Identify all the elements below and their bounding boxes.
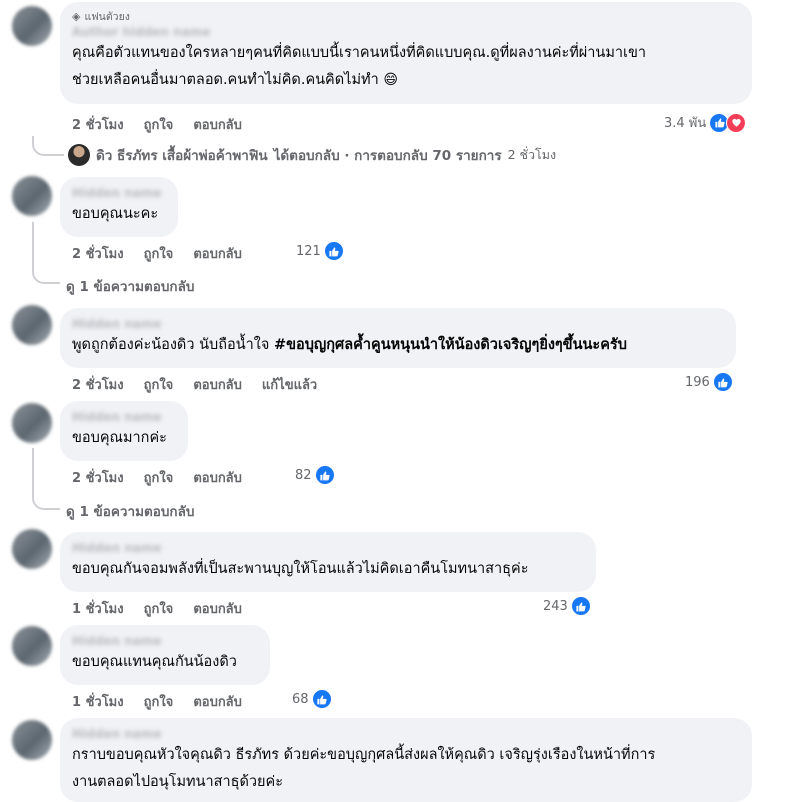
comment-bubble: Hidden name พูดถูกต้องค่ะน้องดิว นับถือน… — [60, 308, 736, 368]
reply-button[interactable]: ตอบกลับ — [193, 467, 242, 488]
author-name[interactable]: Hidden name — [72, 540, 584, 556]
reaction-count[interactable]: 68 — [292, 689, 332, 709]
comment-actions: 2 ชั่วโมง ถูกใจ ตอบกลับ — [72, 467, 242, 488]
like-icon — [570, 596, 591, 616]
like-button[interactable]: ถูกใจ — [144, 374, 174, 395]
comment-actions: 1 ชั่วโมง ถูกใจ ตอบกลับ — [72, 691, 242, 712]
comment-text: กราบขอบคุณหัวใจคุณดิว ธีรภัทร ด้วยค่ะขอบ… — [72, 747, 656, 790]
timestamp[interactable]: 2 ชั่วโมง — [72, 467, 124, 488]
avatar[interactable] — [12, 176, 52, 216]
replier-name[interactable]: ดิว ธีรภัทร เสื้อผ้าพ่อค้าพาฟิน — [96, 144, 268, 166]
timestamp[interactable]: 2 ชั่วโมง — [72, 243, 124, 264]
comment-bubble: Hidden name ขอบคุณมากค่ะ — [60, 401, 188, 461]
reaction-count[interactable]: 121 — [296, 241, 344, 261]
reply-button[interactable]: ตอบกลับ — [193, 114, 242, 135]
author-name[interactable]: Hidden name — [72, 633, 258, 649]
timestamp[interactable]: 1 ชั่วโมง — [72, 691, 124, 712]
reply-count: ได้ตอบกลับ · การตอบกลับ 70 รายการ — [273, 148, 502, 164]
comment-text: ขอบคุณกันจอมพลังที่เป็นสะพานบุญให้โอนแล้… — [72, 561, 529, 577]
author-name[interactable]: Hidden name — [72, 409, 176, 425]
comment-bubble: Hidden name ขอบคุณนะคะ — [60, 177, 178, 237]
reaction-count[interactable]: 243 — [543, 596, 591, 616]
reply-button[interactable]: ตอบกลับ — [193, 243, 242, 264]
like-button[interactable]: ถูกใจ — [144, 243, 174, 264]
like-button[interactable]: ถูกใจ — [144, 114, 174, 135]
avatar[interactable] — [12, 720, 52, 760]
avatar[interactable] — [12, 626, 52, 666]
timestamp[interactable]: 2 ชั่วโมง — [72, 114, 124, 135]
avatar[interactable] — [12, 529, 52, 569]
edited-label: แก้ไขแล้ว — [261, 378, 318, 393]
diamond-icon: ◈ — [72, 10, 81, 23]
timestamp[interactable]: 1 ชั่วโมง — [72, 598, 124, 619]
comment-text: ขอบคุณแทนคุณกันน้องดิว — [72, 654, 237, 670]
like-icon — [323, 241, 344, 261]
fan-badge: ◈ แฟนตัวยง — [72, 10, 130, 23]
like-button[interactable]: ถูกใจ — [144, 598, 174, 619]
reply-time: 2 ชั่วโมง — [507, 147, 557, 162]
like-button[interactable]: ถูกใจ — [144, 691, 174, 712]
author-name[interactable]: Author hidden name — [72, 24, 740, 40]
reaction-count[interactable]: 82 — [295, 465, 335, 485]
reaction-count[interactable]: 3.4 พัน — [664, 112, 747, 133]
reply-button[interactable]: ตอบกลับ — [193, 374, 242, 395]
view-replies-link[interactable]: ดู 1 ข้อความตอบกลับ — [66, 275, 194, 297]
reply-button[interactable]: ตอบกลับ — [193, 598, 242, 619]
comment-actions: 2 ชั่วโมง ถูกใจ ตอบกลับ — [72, 114, 242, 135]
comment-text: คุณคือตัวแทนของใครหลายๆคนที่คิดแบบนี้เรา… — [72, 45, 647, 88]
comment-bubble: Hidden name ขอบคุณแทนคุณกันน้องดิว — [60, 625, 270, 685]
comment-text: พูดถูกต้องค่ะน้องดิว นับถือน้ำใจ #ขอบุญก… — [72, 337, 627, 353]
timestamp[interactable]: 2 ชั่วโมง — [72, 374, 124, 395]
comment-actions: 1 ชั่วโมง ถูกใจ ตอบกลับ — [72, 598, 242, 619]
comment-text: ขอบคุณมากค่ะ — [72, 430, 167, 446]
avatar[interactable] — [12, 403, 52, 443]
thread-line — [32, 136, 64, 156]
reply-button[interactable]: ตอบกลับ — [193, 691, 242, 712]
replier-avatar — [68, 144, 90, 166]
like-icon — [712, 372, 733, 392]
thread-line — [32, 222, 60, 284]
comment-actions: 2 ชั่วโมง ถูกใจ ตอบกลับ แก้ไขแล้ว — [72, 374, 317, 395]
love-icon — [726, 112, 747, 133]
comment-actions: 2 ชั่วโมง ถูกใจ ตอบกลับ — [72, 243, 242, 264]
comment-bubble: Hidden name ขอบคุณกันจอมพลังที่เป็นสะพาน… — [60, 532, 596, 592]
view-replies-link[interactable]: ดู 1 ข้อความตอบกลับ — [66, 500, 194, 522]
comment-bubble: Hidden name กราบขอบคุณหัวใจคุณดิว ธีรภัท… — [60, 718, 752, 802]
author-name[interactable]: Hidden name — [72, 185, 166, 201]
avatar[interactable] — [12, 6, 52, 46]
grinning-emoji: 😄 — [383, 72, 398, 88]
like-icon — [311, 689, 332, 709]
avatar[interactable] — [12, 305, 52, 345]
like-icon — [314, 465, 335, 485]
thread-line — [32, 448, 60, 510]
author-name[interactable]: Hidden name — [72, 316, 724, 332]
like-button[interactable]: ถูกใจ — [144, 467, 174, 488]
comment-text: ขอบคุณนะคะ — [72, 206, 159, 222]
reply-summary[interactable]: ดิว ธีรภัทร เสื้อผ้าพ่อค้าพาฟิน ได้ตอบกล… — [68, 144, 556, 166]
hashtag-link[interactable]: #ขอบุญกุศลค้ำคูนหนุนนำให้น้องดิวเจริญๆยิ… — [274, 337, 627, 353]
comment-bubble: ◈ แฟนตัวยง Author hidden name คุณคือตัวแ… — [60, 2, 752, 104]
author-name[interactable]: Hidden name — [72, 726, 740, 742]
reaction-count[interactable]: 196 — [685, 372, 733, 392]
